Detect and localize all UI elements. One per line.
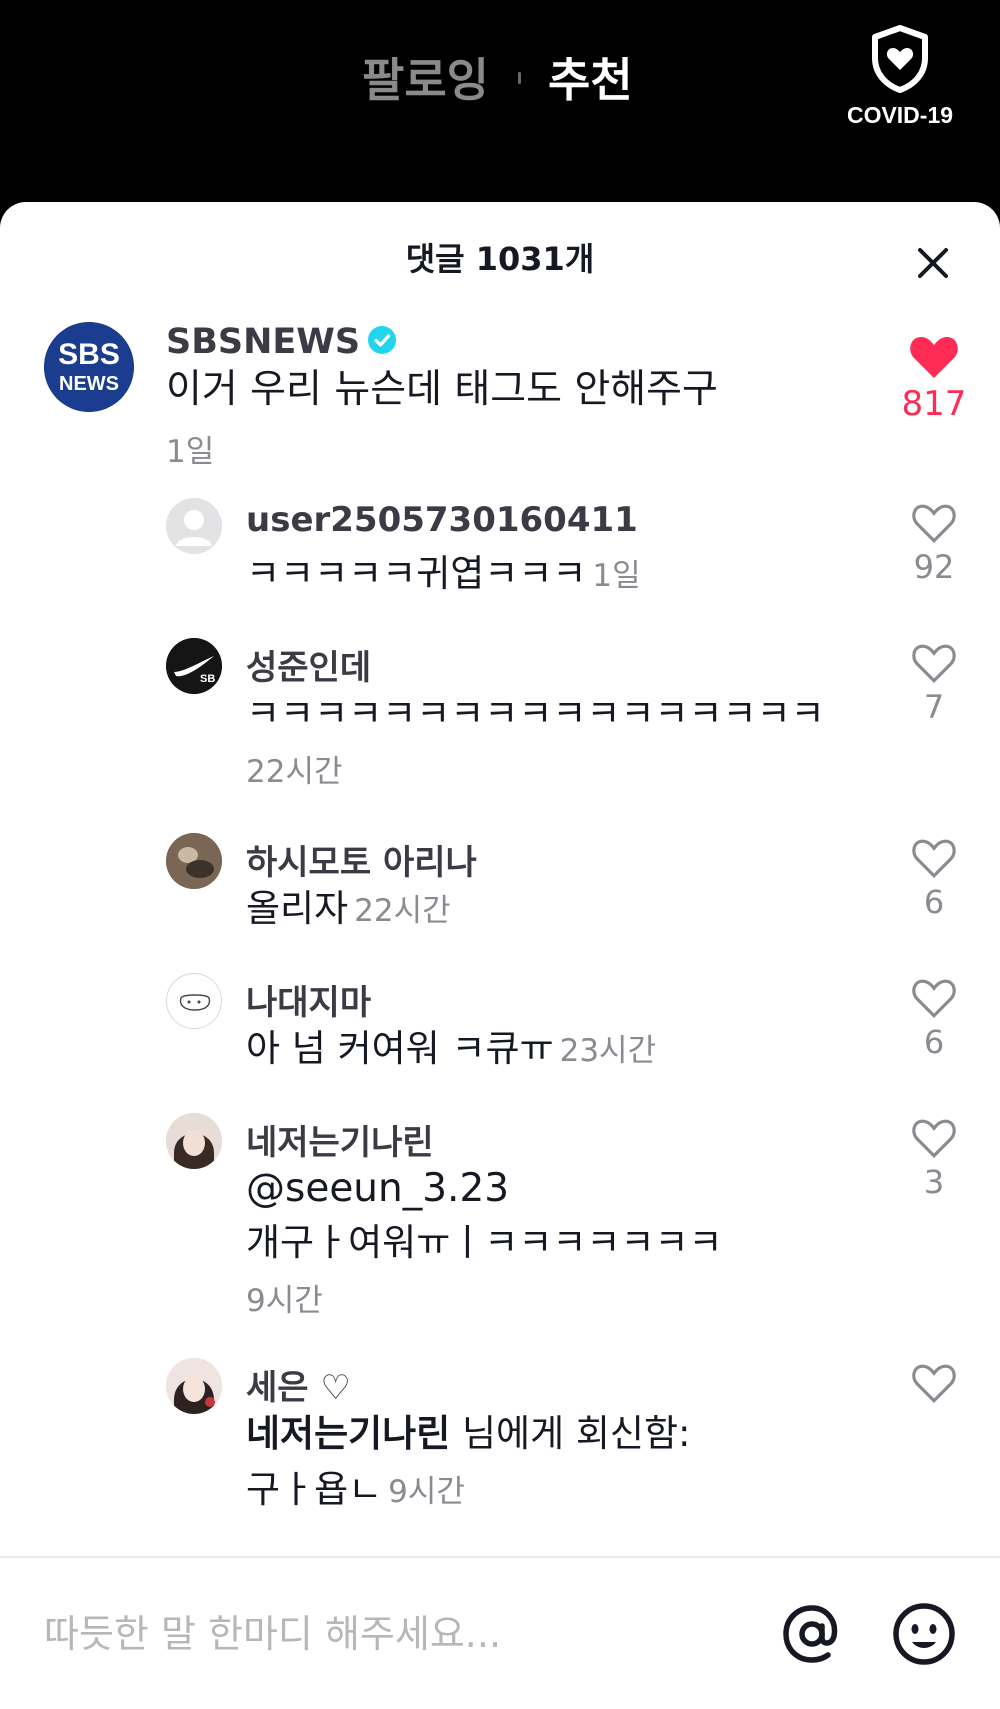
comment-username[interactable]: 네저는기나린 <box>246 1115 434 1164</box>
like-button[interactable] <box>890 1362 978 1408</box>
comment-text: 이거 우리 뉴슨데 태그도 안해주구 <box>166 367 718 412</box>
like-count: 817 <box>901 384 967 424</box>
user-photo-icon <box>166 833 222 889</box>
svg-text:SBS: SBS <box>58 338 120 371</box>
comment-username[interactable]: 나대지마 <box>246 975 371 1024</box>
like-button[interactable]: 3 <box>890 1117 978 1201</box>
comment-text: 올리자 22시간 <box>246 887 451 930</box>
user-photo-icon <box>166 1113 222 1169</box>
doodle-avatar-icon <box>168 975 221 1028</box>
comment-time: 1일 <box>166 434 215 470</box>
comment-time: 23시간 <box>559 1033 657 1069</box>
like-button[interactable]: 7 <box>890 642 978 726</box>
user-photo-icon <box>166 1358 222 1414</box>
reply-target-username[interactable]: 네저는기나린 <box>246 1412 450 1455</box>
comment-username[interactable]: user2505730160411 <box>246 500 638 540</box>
comment-input[interactable] <box>44 1602 744 1666</box>
close-icon[interactable] <box>910 240 956 286</box>
heart-icon <box>912 504 956 543</box>
comment-time: 1일 <box>592 558 641 594</box>
like-count: 6 <box>923 1023 945 1061</box>
heart-icon <box>912 1119 956 1158</box>
heart-icon <box>910 337 958 378</box>
avatar[interactable] <box>166 833 222 889</box>
nike-sb-logo-icon: SB <box>166 638 222 694</box>
avatar[interactable] <box>166 498 222 554</box>
comment-time: 22시간 <box>246 754 343 790</box>
comment-input-bar <box>0 1556 1000 1709</box>
top-bar: 팔로잉 추천 COVID-19 <box>0 0 1000 205</box>
username-text[interactable]: SBSNEWS <box>166 322 360 362</box>
tab-recommend[interactable]: 추천 <box>548 44 633 110</box>
comment-time: 9시간 <box>246 1283 323 1319</box>
smiley-icon[interactable] <box>888 1598 960 1670</box>
verified-badge-icon <box>368 326 397 354</box>
comment-username[interactable]: SBSNEWS <box>166 322 397 362</box>
default-user-icon <box>166 498 222 554</box>
comment-list[interactable]: SBS NEWS SBSNEWS 이거 우리 뉴슨데 태그도 안해주구 1일 8… <box>0 322 1000 1709</box>
shield-heart-icon <box>872 25 928 93</box>
heart-icon <box>912 979 956 1018</box>
heart-icon <box>912 1364 956 1403</box>
comment-time: 22시간 <box>354 893 451 929</box>
like-count: 3 <box>923 1163 945 1201</box>
like-button[interactable]: 6 <box>890 977 978 1061</box>
at-sign-icon[interactable] <box>776 1598 848 1670</box>
like-count: 92 <box>913 548 955 586</box>
comment-username[interactable]: 하시모토 아리나 <box>246 835 477 884</box>
comment-count-title: 댓글 1031개 <box>405 240 595 278</box>
comment-text: 개구ㅏ여워ㅠㅣㅋㅋㅋㅋㅋㅋㅋ <box>246 1221 723 1264</box>
covid-label: COVID-19 <box>846 102 954 128</box>
avatar[interactable]: SBS NEWS <box>44 322 134 412</box>
tab-following[interactable]: 팔로잉 <box>362 44 489 110</box>
like-count: 7 <box>923 688 945 726</box>
avatar[interactable] <box>166 973 222 1029</box>
comment-text: ㅋㅋㅋㅋㅋ귀엽ㅋㅋㅋ 1일 <box>246 552 641 595</box>
comment-username[interactable]: 성준인데 <box>246 640 371 689</box>
sbs-news-logo: SBS NEWS <box>44 322 134 412</box>
comment-time: 9시간 <box>388 1474 465 1510</box>
avatar[interactable] <box>166 1358 222 1414</box>
svg-text:NEWS: NEWS <box>59 373 119 395</box>
svg-text:SB: SB <box>200 673 215 685</box>
tab-divider <box>518 72 521 84</box>
like-button[interactable]: 6 <box>890 837 978 921</box>
reply-suffix: 님에게 회신함: <box>450 1412 691 1455</box>
like-count: 6 <box>923 883 945 921</box>
covid-button[interactable]: COVID-19 <box>830 24 970 134</box>
avatar[interactable]: SB <box>166 638 222 694</box>
heart-icon <box>912 644 956 683</box>
comment-text: ㅋㅋㅋㅋㅋㅋㅋㅋㅋㅋㅋㅋㅋㅋㅋㅋㅋ <box>246 692 825 735</box>
avatar[interactable] <box>166 1113 222 1169</box>
comment-mention[interactable]: @seeun_3.23 <box>246 1161 509 1217</box>
comment-text: 구ㅏ욥ㄴ 9시간 <box>246 1468 465 1511</box>
like-button[interactable]: 92 <box>890 502 978 586</box>
comment-username[interactable]: 세은 ♡ <box>246 1360 351 1409</box>
reply-header: 네저는기나린 님에게 회신함: <box>246 1406 690 1462</box>
heart-icon <box>912 839 956 878</box>
like-button[interactable]: 817 <box>890 334 978 424</box>
comment-sheet: 댓글 1031개 SBS NEWS SBSNEWS 이거 우리 뉴슨데 태그도 … <box>0 202 1000 1709</box>
comment-text: 아 넘 커여워 ㅋ큐ㅠ 23시간 <box>246 1027 657 1070</box>
